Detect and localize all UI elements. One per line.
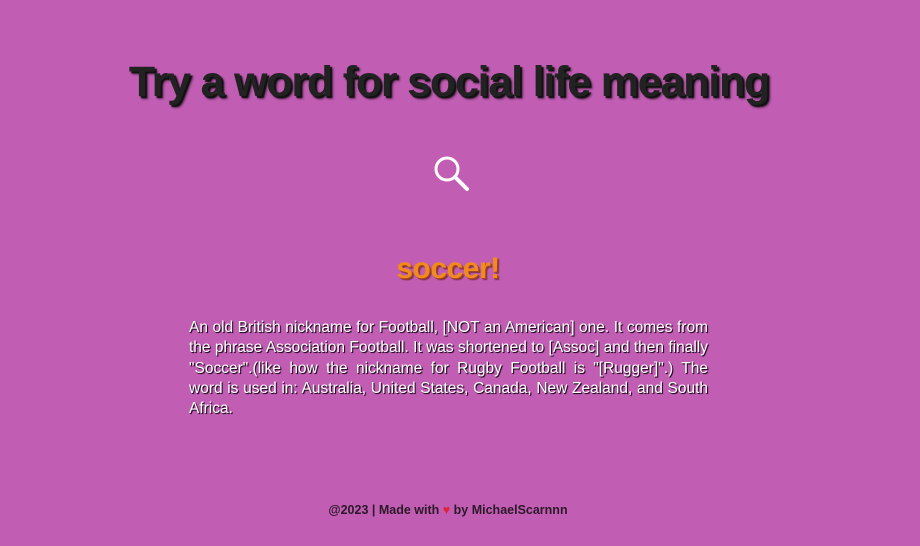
footer: @2023 | Made with ♥ by MichaelScarnnn	[0, 503, 896, 517]
search-icon	[434, 156, 469, 191]
heart-icon: ♥	[442, 503, 451, 517]
footer-credit-prefix: @2023 | Made with	[328, 503, 440, 517]
page-title: Try a word for social life meaning	[128, 58, 770, 106]
footer-author: by MichaelScarnnn	[453, 503, 568, 517]
result-meaning: An old British nickname for Football, [N…	[189, 319, 708, 418]
result-word: soccer!	[396, 252, 500, 285]
search-button[interactable]	[429, 152, 475, 196]
